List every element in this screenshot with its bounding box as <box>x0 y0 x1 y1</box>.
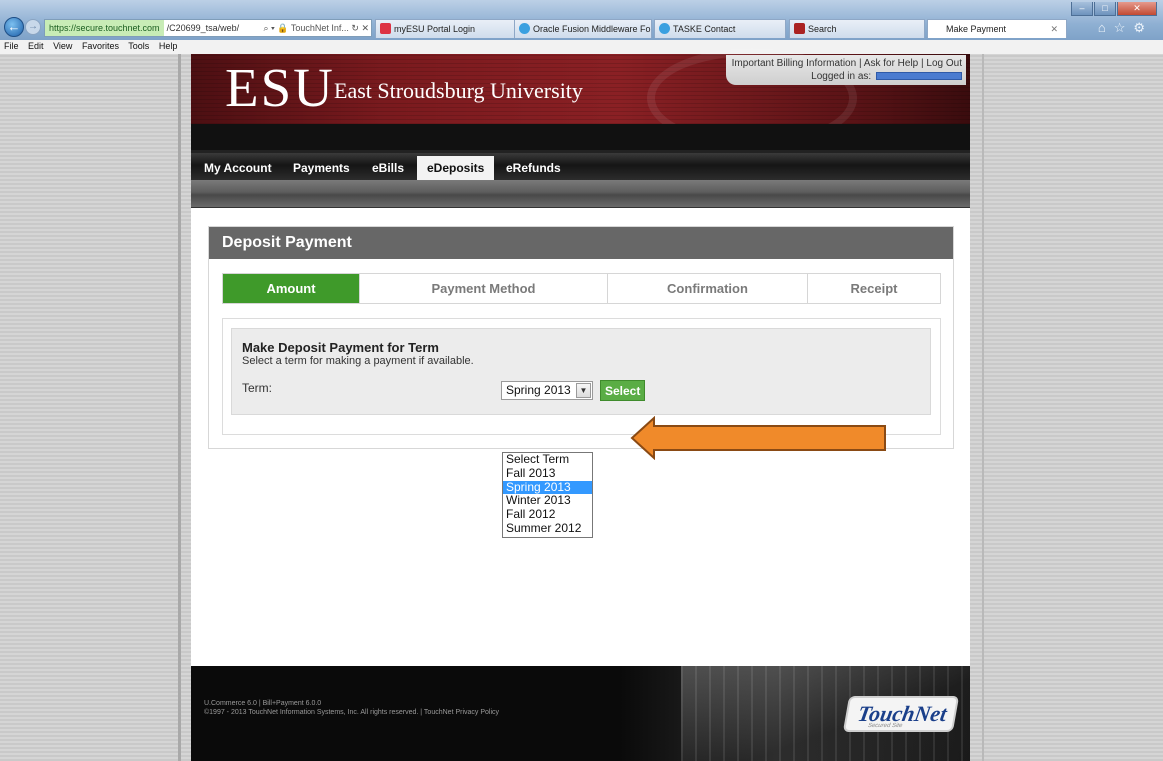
browser-titlebar: ← → https://secure.touchnet.com/C20699_t… <box>0 0 1163 40</box>
gear-icon[interactable]: ⚙ <box>1133 20 1153 35</box>
browser-toolbar-icons: ⌂☆⚙ <box>1098 20 1153 36</box>
term-dropdown-list: Select Term Fall 2013 Spring 2013 Winter… <box>502 452 593 538</box>
step-confirmation: Confirmation <box>607 274 807 303</box>
site-footer: U.Commerce 6.0 | Bill+Payment 6.0.0 ©199… <box>191 666 970 761</box>
touchnet-logo-sub: Secured Site <box>867 723 903 729</box>
ie-icon <box>519 23 530 34</box>
footer-copyright[interactable]: ©1997 - 2013 TouchNet Information System… <box>204 708 499 717</box>
forward-arrow-icon[interactable]: → <box>25 19 41 35</box>
touchnet-logo: TouchNet Secured Site <box>842 696 960 732</box>
term-option[interactable]: Summer 2012 <box>503 521 592 536</box>
term-form: Make Deposit Payment for Term Select a t… <box>231 328 931 415</box>
close-icon[interactable]: ✕ <box>1050 20 1058 38</box>
window-controls: – □ ✕ <box>1070 0 1157 16</box>
secure-host: https://secure.touchnet.com <box>45 20 164 36</box>
search-icon[interactable]: ⌕ <box>263 23 268 33</box>
term-option[interactable]: Fall 2013 <box>503 466 592 481</box>
back-arrow-icon[interactable]: ← <box>4 17 24 37</box>
close-icon[interactable]: ✕ <box>361 23 369 33</box>
menu-help[interactable]: Help <box>159 41 178 51</box>
term-heading: Make Deposit Payment for Term <box>242 340 439 355</box>
nav-my-account[interactable]: My Account <box>204 156 272 180</box>
header-band <box>191 124 970 150</box>
dropdown-arrow-icon[interactable]: ▼ <box>576 383 591 398</box>
term-select-value: Spring 2013 <box>506 383 571 397</box>
menu-file[interactable]: File <box>4 41 19 51</box>
tab-search[interactable]: Search <box>789 19 925 38</box>
star-icon[interactable]: ☆ <box>1114 20 1134 35</box>
annotation-arrow-icon <box>630 416 886 460</box>
tab-taske[interactable]: TASKE Contact <box>654 19 786 38</box>
important-billing-link[interactable]: Important Billing Information <box>732 58 857 69</box>
step-payment-method: Payment Method <box>359 274 607 303</box>
term-option-selected[interactable]: Spring 2013 <box>503 480 592 495</box>
home-icon[interactable]: ⌂ <box>1098 20 1114 35</box>
top-links: Important Billing Information | Ask for … <box>726 55 966 85</box>
panel-title: Deposit Payment <box>209 227 953 259</box>
redacted-user-name <box>876 72 962 81</box>
address-bar[interactable]: https://secure.touchnet.com/C20699_tsa/w… <box>44 19 372 37</box>
url-path: /C20699_tsa/web/ <box>166 23 240 33</box>
sub-nav-bar <box>191 180 970 208</box>
term-option[interactable]: Winter 2013 <box>503 494 592 508</box>
esu-icon <box>794 23 805 34</box>
footer-text: U.Commerce 6.0 | Bill+Payment 6.0.0 ©199… <box>204 699 499 717</box>
menu-bar: File Edit View Favorites Tools Help <box>0 40 1163 54</box>
menu-favorites[interactable]: Favorites <box>82 41 119 51</box>
log-out-link[interactable]: Log Out <box>926 58 962 69</box>
maximize-icon[interactable]: □ <box>1094 2 1116 16</box>
refresh-icon[interactable]: ↻ <box>351 23 359 33</box>
esu-logo[interactable]: ESU <box>225 56 335 119</box>
site-container: ESU East Stroudsburg University Importan… <box>191 48 970 761</box>
term-option[interactable]: Fall 2012 <box>503 507 592 522</box>
ie-icon <box>659 23 670 34</box>
menu-view[interactable]: View <box>53 41 72 51</box>
select-button[interactable]: Select <box>600 380 646 401</box>
ask-for-help-link[interactable]: Ask for Help <box>864 58 918 69</box>
lock-icon[interactable]: 🔒 <box>277 23 288 33</box>
nav-ebills[interactable]: eBills <box>372 156 404 180</box>
page-icon <box>380 23 391 34</box>
tab-oracle[interactable]: Oracle Fusion Middleware For... <box>514 19 652 38</box>
site-header: ESU East Stroudsburg University Importan… <box>191 48 970 148</box>
main-nav: My Account Payments eBills eDeposits eRe… <box>191 150 970 180</box>
term-label: Term: <box>242 381 272 395</box>
payment-steps: Amount Payment Method Confirmation Recei… <box>222 273 941 304</box>
minimize-icon[interactable]: – <box>1071 2 1093 16</box>
site-label: TouchNet Inf... <box>290 23 349 33</box>
step-amount: Amount <box>223 274 359 303</box>
logged-in-label: Logged in as: <box>811 71 872 82</box>
nav-payments[interactable]: Payments <box>293 156 350 180</box>
menu-edit[interactable]: Edit <box>28 41 44 51</box>
step-receipt: Receipt <box>807 274 940 303</box>
university-name: East Stroudsburg University <box>334 78 583 103</box>
nav-edeposits[interactable]: eDeposits <box>417 156 495 180</box>
tab-make-payment[interactable]: Make Payment ✕ <box>927 19 1067 38</box>
window-close-icon[interactable]: ✕ <box>1117 2 1157 16</box>
menu-tools[interactable]: Tools <box>128 41 149 51</box>
term-option[interactable]: Select Term <box>503 452 592 467</box>
term-select[interactable]: Spring 2013 ▼ <box>501 381 593 400</box>
tab-myesu-portal[interactable]: myESU Portal Login <box>375 19 528 38</box>
nav-erefunds[interactable]: eRefunds <box>506 156 561 180</box>
footer-version: U.Commerce 6.0 | Bill+Payment 6.0.0 <box>204 700 322 707</box>
term-description: Select a term for making a payment if av… <box>242 355 474 367</box>
